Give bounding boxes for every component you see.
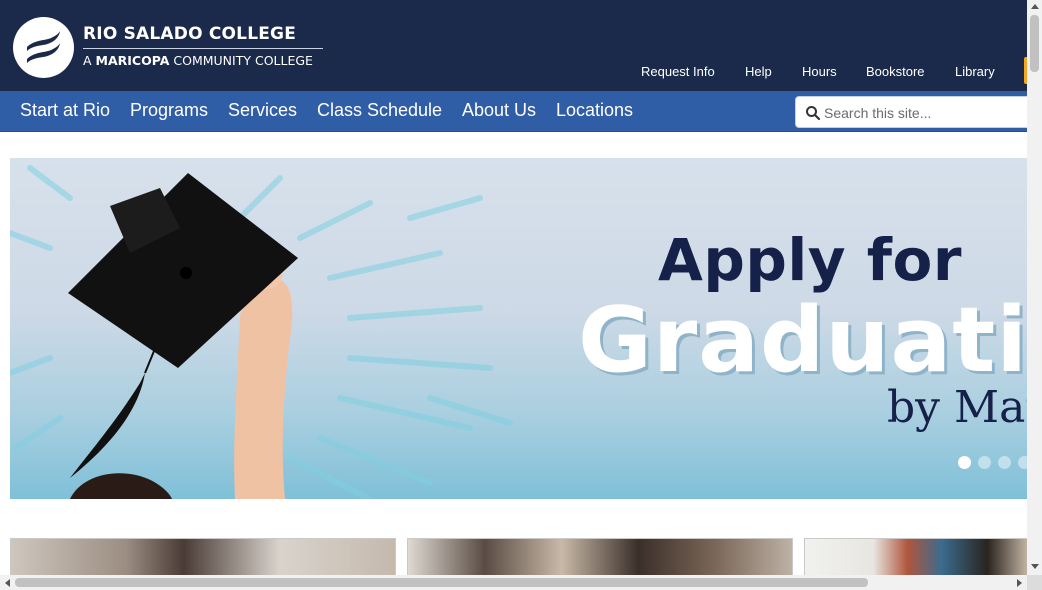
- scroll-right-icon[interactable]: [1017, 579, 1022, 587]
- nav-locations[interactable]: Locations: [556, 100, 633, 121]
- vertical-scrollbar[interactable]: [1027, 0, 1042, 575]
- scroll-down-icon[interactable]: [1031, 564, 1039, 569]
- utility-link-request-info[interactable]: Request Info: [641, 64, 715, 79]
- feature-card-1[interactable]: [10, 538, 396, 575]
- utility-nav: Request Info Help Hours Bookstore Librar…: [0, 64, 1027, 80]
- utility-link-help[interactable]: Help: [745, 64, 772, 79]
- college-name[interactable]: RIO SALADO COLLEGE: [83, 24, 296, 44]
- hero-carousel[interactable]: Apply for Graduatio by Marc: [10, 158, 1027, 499]
- carousel-dot-3[interactable]: [998, 456, 1011, 469]
- horizontal-scroll-thumb[interactable]: [15, 578, 868, 587]
- nav-services[interactable]: Services: [228, 100, 297, 121]
- horizontal-scrollbar[interactable]: [0, 575, 1027, 590]
- hero-heading-line2: Graduatio: [578, 288, 1027, 393]
- vertical-scroll-thumb[interactable]: [1030, 15, 1039, 72]
- utility-link-library[interactable]: Library: [955, 64, 995, 79]
- logo-divider: [83, 48, 323, 49]
- carousel-pagination: [958, 456, 1027, 470]
- utility-link-bookstore[interactable]: Bookstore: [866, 64, 925, 79]
- hero-heading-line1: Apply for: [658, 226, 962, 294]
- site-search: [795, 96, 1027, 128]
- site-header: RIO SALADO COLLEGE A MARICOPA COMMUNITY …: [0, 0, 1027, 91]
- search-icon[interactable]: [805, 105, 821, 121]
- nav-start-at-rio[interactable]: Start at Rio: [20, 100, 110, 121]
- hero-heading-line3: by Marc: [887, 382, 1027, 433]
- nav-about-us[interactable]: About Us: [462, 100, 536, 121]
- nav-class-schedule[interactable]: Class Schedule: [317, 100, 442, 121]
- carousel-dot-1[interactable]: [958, 456, 971, 469]
- carousel-dot-4[interactable]: [1018, 456, 1027, 469]
- scroll-up-icon[interactable]: [1031, 4, 1039, 9]
- utility-link-hours[interactable]: Hours: [802, 64, 837, 79]
- browser-viewport: RIO SALADO COLLEGE A MARICOPA COMMUNITY …: [0, 0, 1027, 575]
- feature-card-2[interactable]: [407, 538, 793, 575]
- scrollbar-corner: [1027, 575, 1042, 590]
- carousel-dot-2[interactable]: [978, 456, 991, 469]
- feature-card-3[interactable]: [804, 538, 1027, 575]
- search-input[interactable]: [824, 102, 1024, 124]
- scroll-left-icon[interactable]: [5, 579, 10, 587]
- nav-programs[interactable]: Programs: [130, 100, 208, 121]
